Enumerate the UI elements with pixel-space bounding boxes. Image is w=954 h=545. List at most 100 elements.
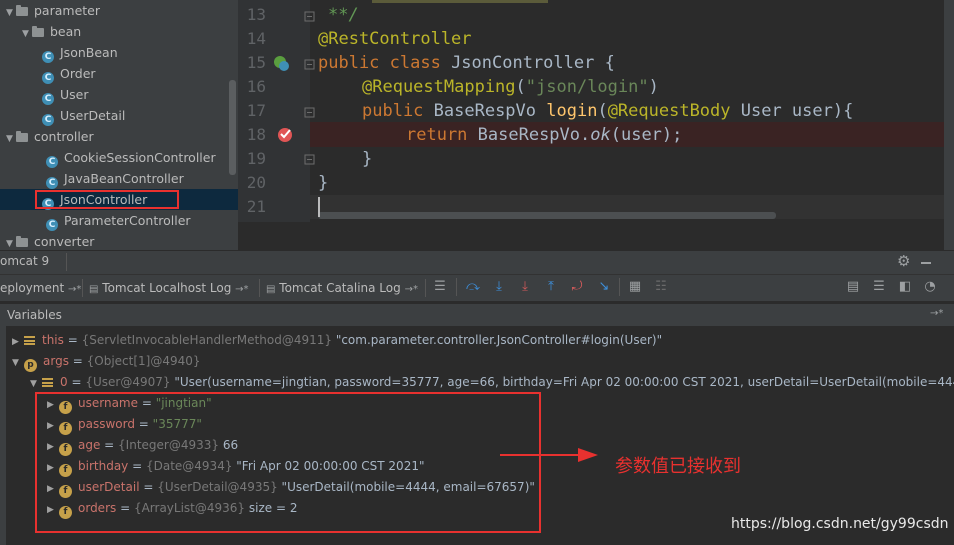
gear-icon[interactable]: ⚙ [897, 252, 910, 270]
class-icon: C [46, 156, 58, 168]
tree-folder[interactable]: ▼ bean [22, 21, 81, 42]
line-number: 21 [246, 197, 266, 216]
drop-frame-icon[interactable]: ⤾ [569, 279, 585, 295]
separator [259, 279, 260, 297]
tree-scrollbar[interactable] [229, 80, 236, 175]
variables-title: Variables [7, 308, 62, 322]
watermark: https://blog.csdn.net/gy99csdn [731, 516, 949, 532]
log-icon: ▤ [266, 284, 276, 295]
line-number: 14 [246, 29, 266, 48]
fold-icon[interactable] [304, 153, 316, 167]
memory-icon[interactable]: ◔ [922, 279, 938, 295]
collapse-arrow-icon[interactable]: ▼ [22, 24, 32, 45]
folder-icon [32, 26, 44, 37]
tree-class-item[interactable]: C JsonBean [42, 42, 118, 63]
run-to-cursor-icon[interactable]: ↘ [596, 279, 612, 295]
tree-class-item[interactable]: C CookieSessionController [46, 147, 216, 168]
expand-arrow-icon[interactable]: ▶ [12, 332, 24, 353]
tree-class-item[interactable]: C Order [42, 63, 96, 84]
collapse-arrow-icon[interactable]: ▼ [6, 129, 16, 150]
debug-title-bar: omcat 9 ⚙ [0, 250, 954, 275]
tree-folder[interactable]: ▼ controller [6, 126, 94, 147]
fold-icon[interactable] [304, 58, 316, 72]
line-number: 20 [246, 173, 266, 192]
folder-icon [16, 236, 28, 247]
var-row-this[interactable]: ▶ this = {ServletInvocableHandlerMethod@4… [12, 330, 662, 351]
separator [456, 278, 457, 296]
code-line-16: @RequestMapping("json/login") [362, 77, 659, 97]
step-over-icon[interactable]: ⤼ [465, 279, 481, 295]
code-line-14: @RestController [318, 29, 472, 49]
separator [82, 279, 83, 297]
evaluate-icon[interactable]: ▦ [627, 279, 643, 295]
breakpoint-icon[interactable] [277, 125, 297, 145]
var-row-arg0[interactable]: ▼ 0 = {User@4907} "User(username=jingtian… [30, 372, 954, 393]
folder-icon [16, 5, 28, 16]
force-step-into-icon[interactable]: ⤓ [517, 279, 533, 295]
object-icon [42, 378, 53, 387]
tab-tomcat-localhost-log[interactable]: ▤ Tomcat Localhost Log →* [89, 275, 249, 301]
trace-icon[interactable]: ☷ [653, 279, 669, 295]
var-row-args[interactable]: ▼ p args = {Object[1]@4940} [12, 351, 201, 372]
text-caret [318, 197, 320, 217]
line-number: 16 [246, 77, 266, 96]
object-icon [24, 336, 35, 345]
code-line-18: return BaseRespVo.ok(user); [406, 125, 683, 145]
bean-gutter-icon[interactable] [272, 54, 292, 74]
class-icon: C [42, 72, 54, 84]
line-number: 18 [246, 125, 266, 144]
fold-icon[interactable] [304, 10, 316, 24]
fold-icon[interactable] [304, 106, 316, 120]
restore-layout-icon[interactable]: ◧ [897, 279, 913, 295]
step-into-icon[interactable]: ⤓ [491, 279, 507, 295]
tree-item-label: bean [50, 24, 82, 39]
tree-class-item[interactable]: C UserDetail [42, 105, 125, 126]
code-line-13: **/ [328, 5, 359, 25]
log-icon: ▤ [89, 284, 99, 295]
tree-folder[interactable]: ▼ converter [6, 231, 94, 252]
class-icon: C [42, 51, 54, 63]
step-out-icon[interactable]: ⤒ [543, 279, 559, 295]
threads-icon[interactable]: ☰ [871, 279, 887, 295]
minimize-icon[interactable] [921, 262, 931, 264]
tree-item-label: JsonBean [60, 45, 118, 60]
class-icon: C [42, 93, 54, 105]
collapse-arrow-icon[interactable]: ▼ [6, 3, 16, 24]
right-tool-strip [944, 0, 954, 250]
tree-folder[interactable]: ▼ parameter [6, 0, 100, 21]
folder-icon [16, 131, 28, 142]
debug-session-tab[interactable]: omcat 9 [0, 254, 49, 268]
tree-item-label: UserDetail [60, 108, 126, 123]
class-icon: C [42, 114, 54, 126]
collapse-arrow-icon[interactable]: ▼ [12, 353, 24, 374]
tab-tomcat-catalina-log[interactable]: ▤ Tomcat Catalina Log →* [266, 275, 418, 301]
editor-horizontal-scrollbar[interactable] [318, 212, 776, 219]
line-number: 15 [246, 53, 266, 72]
line-number: 17 [246, 101, 266, 120]
tree-item-label: parameter [34, 3, 100, 18]
tree-item-label: User [60, 87, 89, 102]
editor-top-marker [372, 0, 548, 3]
annotation-text: 参数值已接收到 [615, 456, 741, 477]
line-number: 19 [246, 149, 266, 168]
code-line-17: public BaseRespVo login(@RequestBody Use… [362, 101, 854, 121]
tree-class-item[interactable]: C ParameterController [46, 210, 191, 231]
tree-item-label: ParameterController [64, 213, 191, 228]
collapse-arrow-icon[interactable]: ▼ [30, 374, 42, 393]
tree-class-item[interactable]: C JavaBeanController [46, 168, 184, 189]
jsoncontroller-highlight-box [35, 190, 179, 209]
tree-item-label: JavaBeanController [64, 171, 184, 186]
code-line-20: } [318, 173, 329, 193]
variables-header: Variables →* [0, 304, 954, 327]
tree-item-label: converter [34, 234, 95, 249]
tree-class-item[interactable]: C User [42, 84, 89, 105]
tree-item-label: CookieSessionController [64, 150, 216, 165]
tab-deployment[interactable]: eployment →* [0, 275, 81, 301]
class-icon: C [46, 219, 58, 231]
param-icon: p [24, 359, 37, 372]
console-icon[interactable]: ☰ [432, 279, 448, 295]
red-arrow-icon [500, 448, 598, 462]
line-number: 13 [246, 5, 266, 24]
pin-icon[interactable]: →* [930, 308, 943, 319]
layout-icon[interactable]: ▤ [845, 279, 861, 295]
